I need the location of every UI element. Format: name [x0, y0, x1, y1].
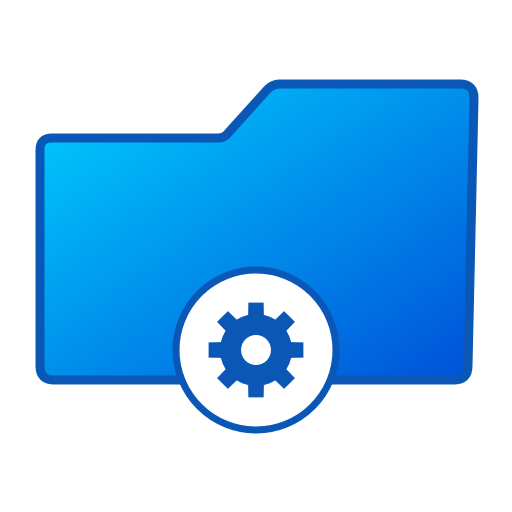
settings-badge — [172, 266, 340, 434]
folder-settings-icon — [0, 0, 512, 512]
folder-settings-svg — [35, 79, 479, 434]
